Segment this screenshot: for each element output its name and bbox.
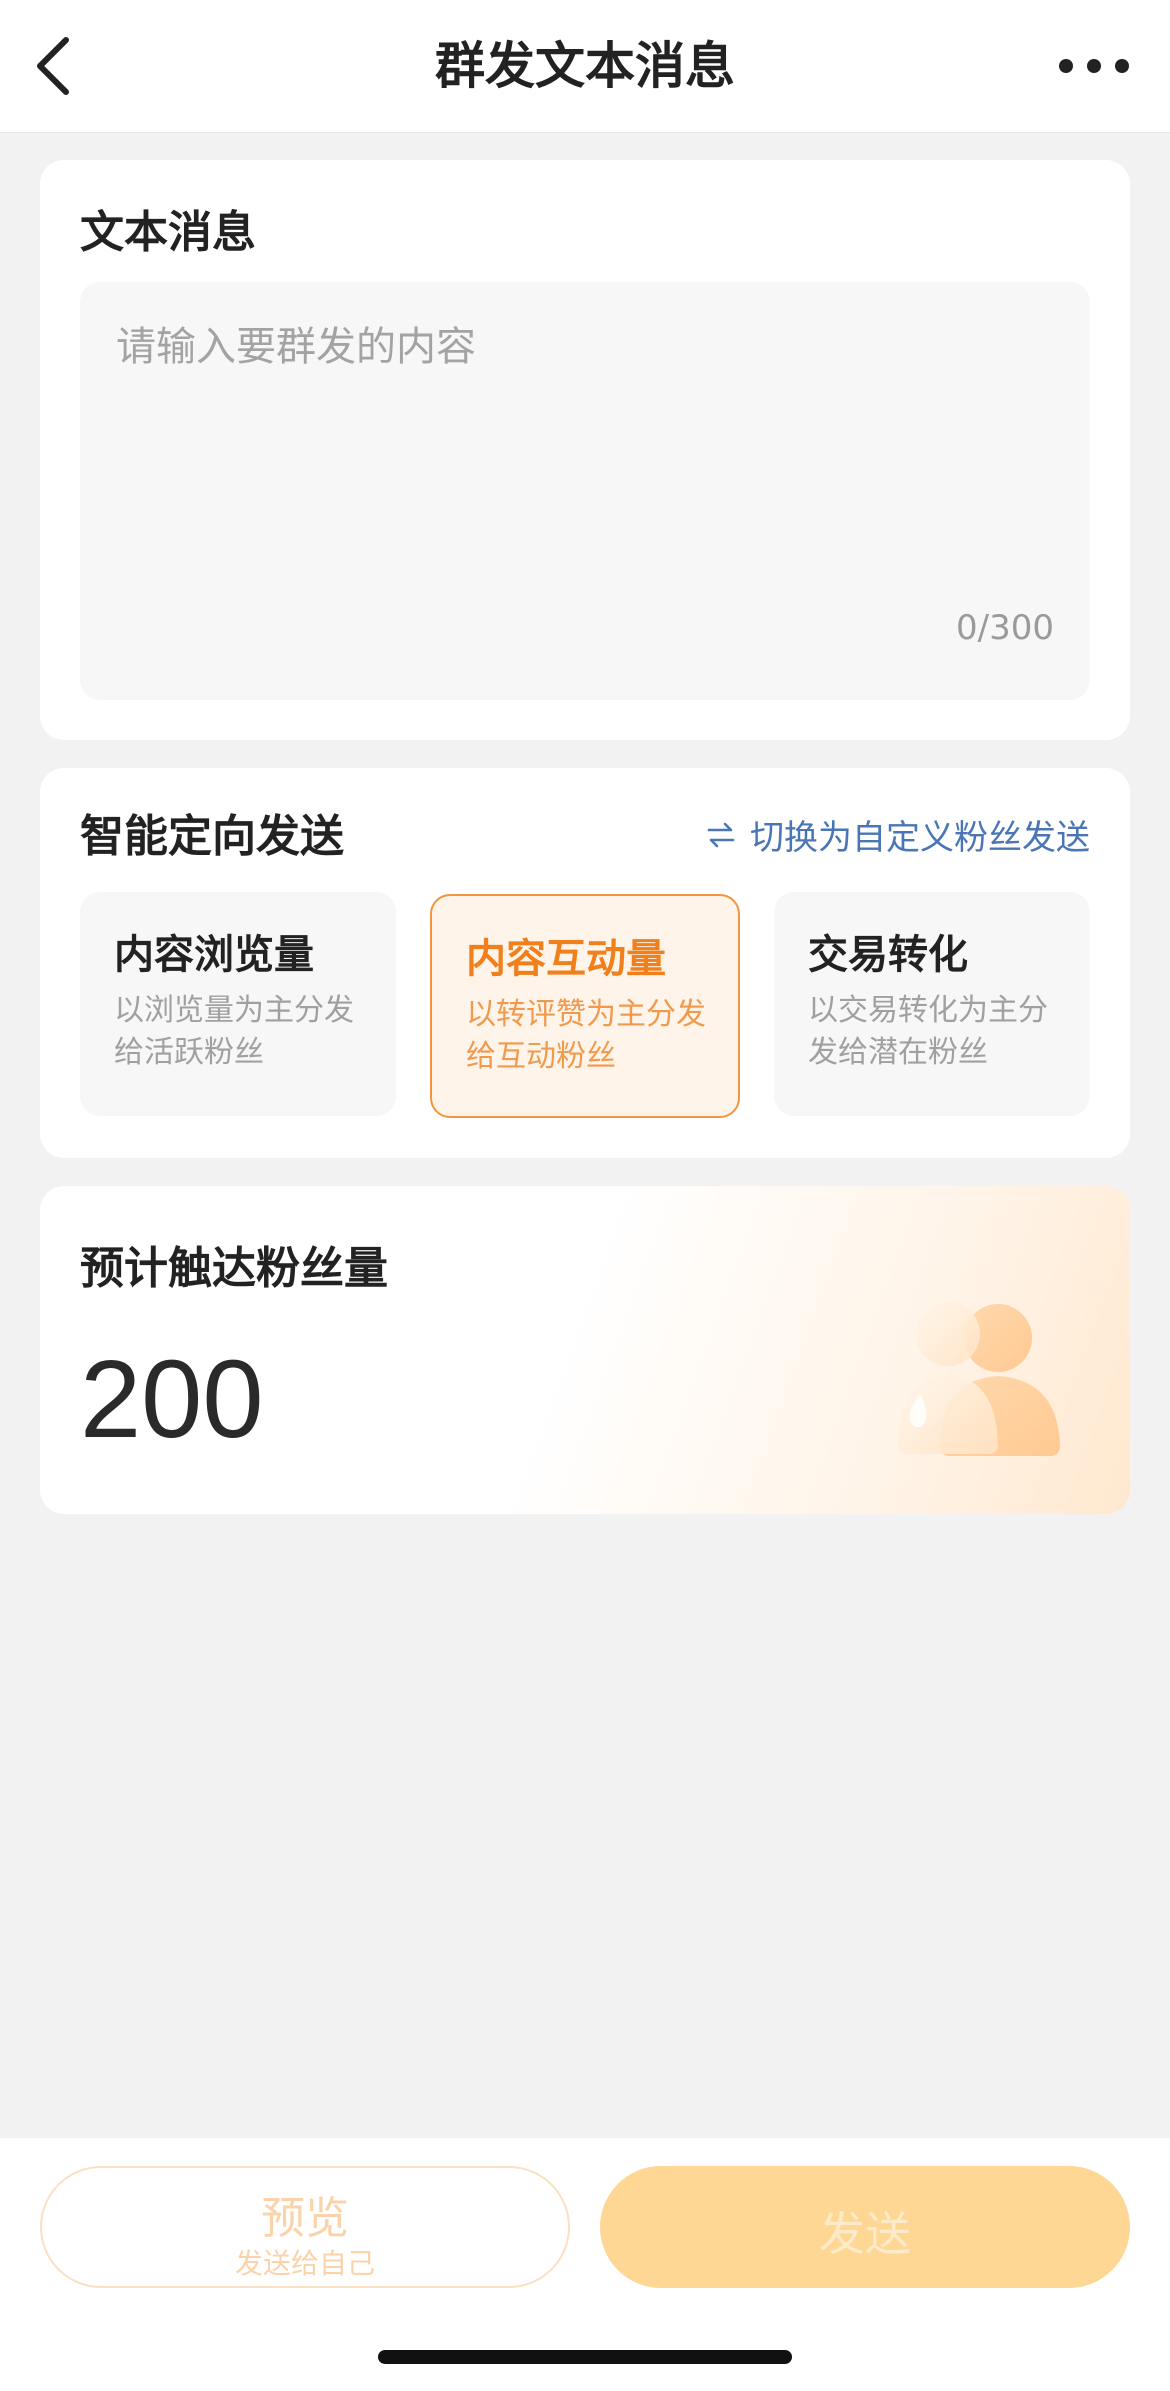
reach-title: 预计触达粉丝量: [80, 1243, 388, 1294]
reach-count: 200: [80, 1338, 264, 1461]
send-label: 发送: [819, 2207, 911, 2261]
text-message-title: 文本消息: [80, 207, 256, 258]
send-button[interactable]: 发送: [600, 2166, 1130, 2288]
fans-group-icon: [898, 1302, 1060, 1456]
option-desc: 以转评赞为主分发给互动粉丝: [466, 997, 706, 1074]
swap-arrows-icon: [707, 822, 735, 847]
char-counter: 0/300: [956, 608, 1054, 648]
switch-link-label: 切换为自定义粉丝发送: [750, 818, 1090, 858]
smart-targeting-card: 智能定向发送 切换为自定义粉丝发送 内容浏览量 以浏览量为主分发给活跃粉丝 内容…: [40, 768, 1130, 1158]
message-input[interactable]: 请输入要群发的内容 0/300: [80, 282, 1090, 700]
text-message-card: 文本消息 请输入要群发的内容 0/300: [40, 160, 1130, 740]
option-transaction-conversion[interactable]: 交易转化 以交易转化为主分发给潜在粉丝: [774, 892, 1090, 1116]
preview-label: 预览: [261, 2193, 349, 2244]
preview-button[interactable]: 预览 发送给自己: [40, 2166, 570, 2288]
option-content-views[interactable]: 内容浏览量 以浏览量为主分发给活跃粉丝: [80, 892, 396, 1116]
estimated-reach-card: 预计触达粉丝量 200: [40, 1186, 1130, 1514]
option-title: 内容互动量: [466, 936, 666, 982]
preview-sublabel: 发送给自己: [234, 2247, 375, 2280]
option-title: 交易转化: [808, 932, 968, 978]
message-placeholder: 请输入要群发的内容: [116, 324, 476, 370]
page-title: 群发文本消息: [435, 37, 735, 95]
more-dots-icon: [1059, 59, 1129, 73]
option-desc: 以交易转化为主分发给潜在粉丝: [808, 993, 1048, 1070]
home-indicator: [378, 2350, 792, 2364]
option-desc: 以浏览量为主分发给活跃粉丝: [114, 993, 354, 1070]
smart-targeting-title: 智能定向发送: [80, 811, 344, 862]
more-button[interactable]: [1054, 46, 1134, 86]
option-title: 内容浏览量: [114, 932, 314, 978]
nav-bar: 群发文本消息: [0, 0, 1170, 133]
option-content-interaction[interactable]: 内容互动量 以转评赞为主分发给互动粉丝: [430, 894, 740, 1118]
switch-custom-fans-link[interactable]: 切换为自定义粉丝发送: [706, 810, 1090, 859]
